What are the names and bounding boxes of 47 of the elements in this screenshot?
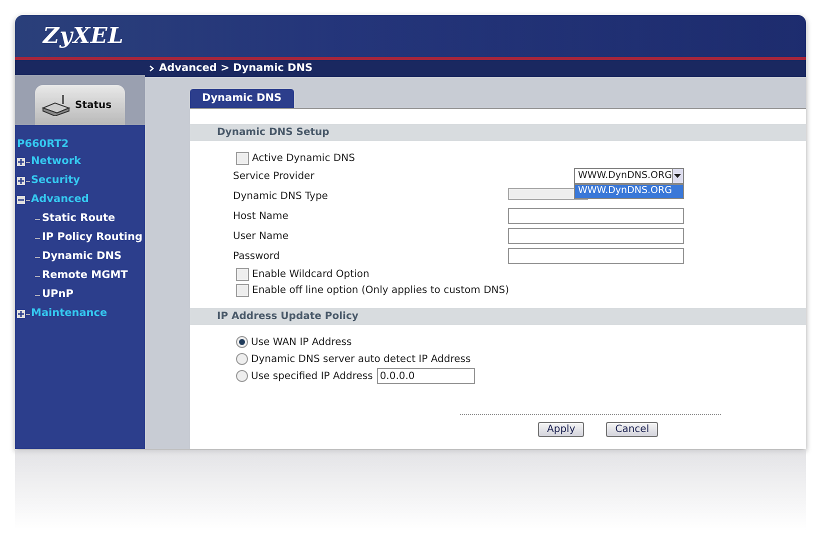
router-icon [41,94,71,116]
text-field[interactable] [508,208,684,224]
menu-item[interactable]: Security [31,173,80,190]
submenu-item[interactable]: IP Policy Routing [42,230,142,246]
checkbox-label: Active Dynamic DNS [252,152,355,166]
apply-button[interactable]: Apply [538,422,584,437]
dropdown-option[interactable]: WWW.DynDNS.ORG [575,185,683,198]
checkbox[interactable] [236,268,249,280]
collapse-icon[interactable] [17,196,25,204]
submenu-item[interactable]: Static Route [42,211,116,228]
radio-button[interactable] [236,353,248,365]
section-header: IP Address Update Policy [190,308,806,325]
checkbox[interactable] [236,152,249,164]
tab[interactable]: Dynamic DNS [190,89,294,108]
checkbox-label: Enable off line option (Only applies to custom DNS) [252,284,510,298]
cancel-button[interactable]: Cancel [606,422,658,437]
text-field[interactable] [508,228,684,244]
ip-address-field[interactable]: 0.0.0.0 [376,368,475,384]
field-label: Dynamic DNS Type [233,190,328,204]
menu-item[interactable]: Network [31,154,82,170]
checkbox-label: Enable Wildcard Option [252,268,370,282]
radio-button[interactable] [236,370,248,382]
menu-item[interactable]: Maintenance [31,306,108,322]
radio-label: Use WAN IP Address [251,336,352,350]
checkbox[interactable] [236,284,249,296]
chevron-icon [149,65,155,72]
text-field[interactable] [508,248,684,264]
radio-label: Dynamic DNS server auto detect IP Address [251,352,471,366]
device-name: P660RT2 [16,137,70,152]
status-tab[interactable]: Status [35,85,125,125]
radio-label: Use specified IP Address [251,370,373,384]
radio-button[interactable] [236,336,248,348]
section-header: Dynamic DNS Setup [190,124,806,141]
expand-icon[interactable] [17,158,25,166]
field-label: Service Provider [233,170,314,184]
expand-icon[interactable] [17,177,25,186]
expand-icon[interactable] [17,310,25,318]
submenu-item[interactable]: Remote MGMT [42,268,128,284]
submenu-item[interactable]: UPnP [42,287,74,304]
logo: ZyXEL [43,22,124,50]
field-label: User Name [233,230,288,244]
submenu-item[interactable]: Dynamic DNS [42,249,122,266]
field-label: Host Name [233,210,288,224]
menu-item[interactable]: Advanced [31,192,89,208]
field-label: Password [233,250,280,264]
provider-dropdown[interactable]: WWW.DynDNS.ORG [574,168,684,184]
breadcrumb: Advanced > Dynamic DNS [159,60,313,76]
